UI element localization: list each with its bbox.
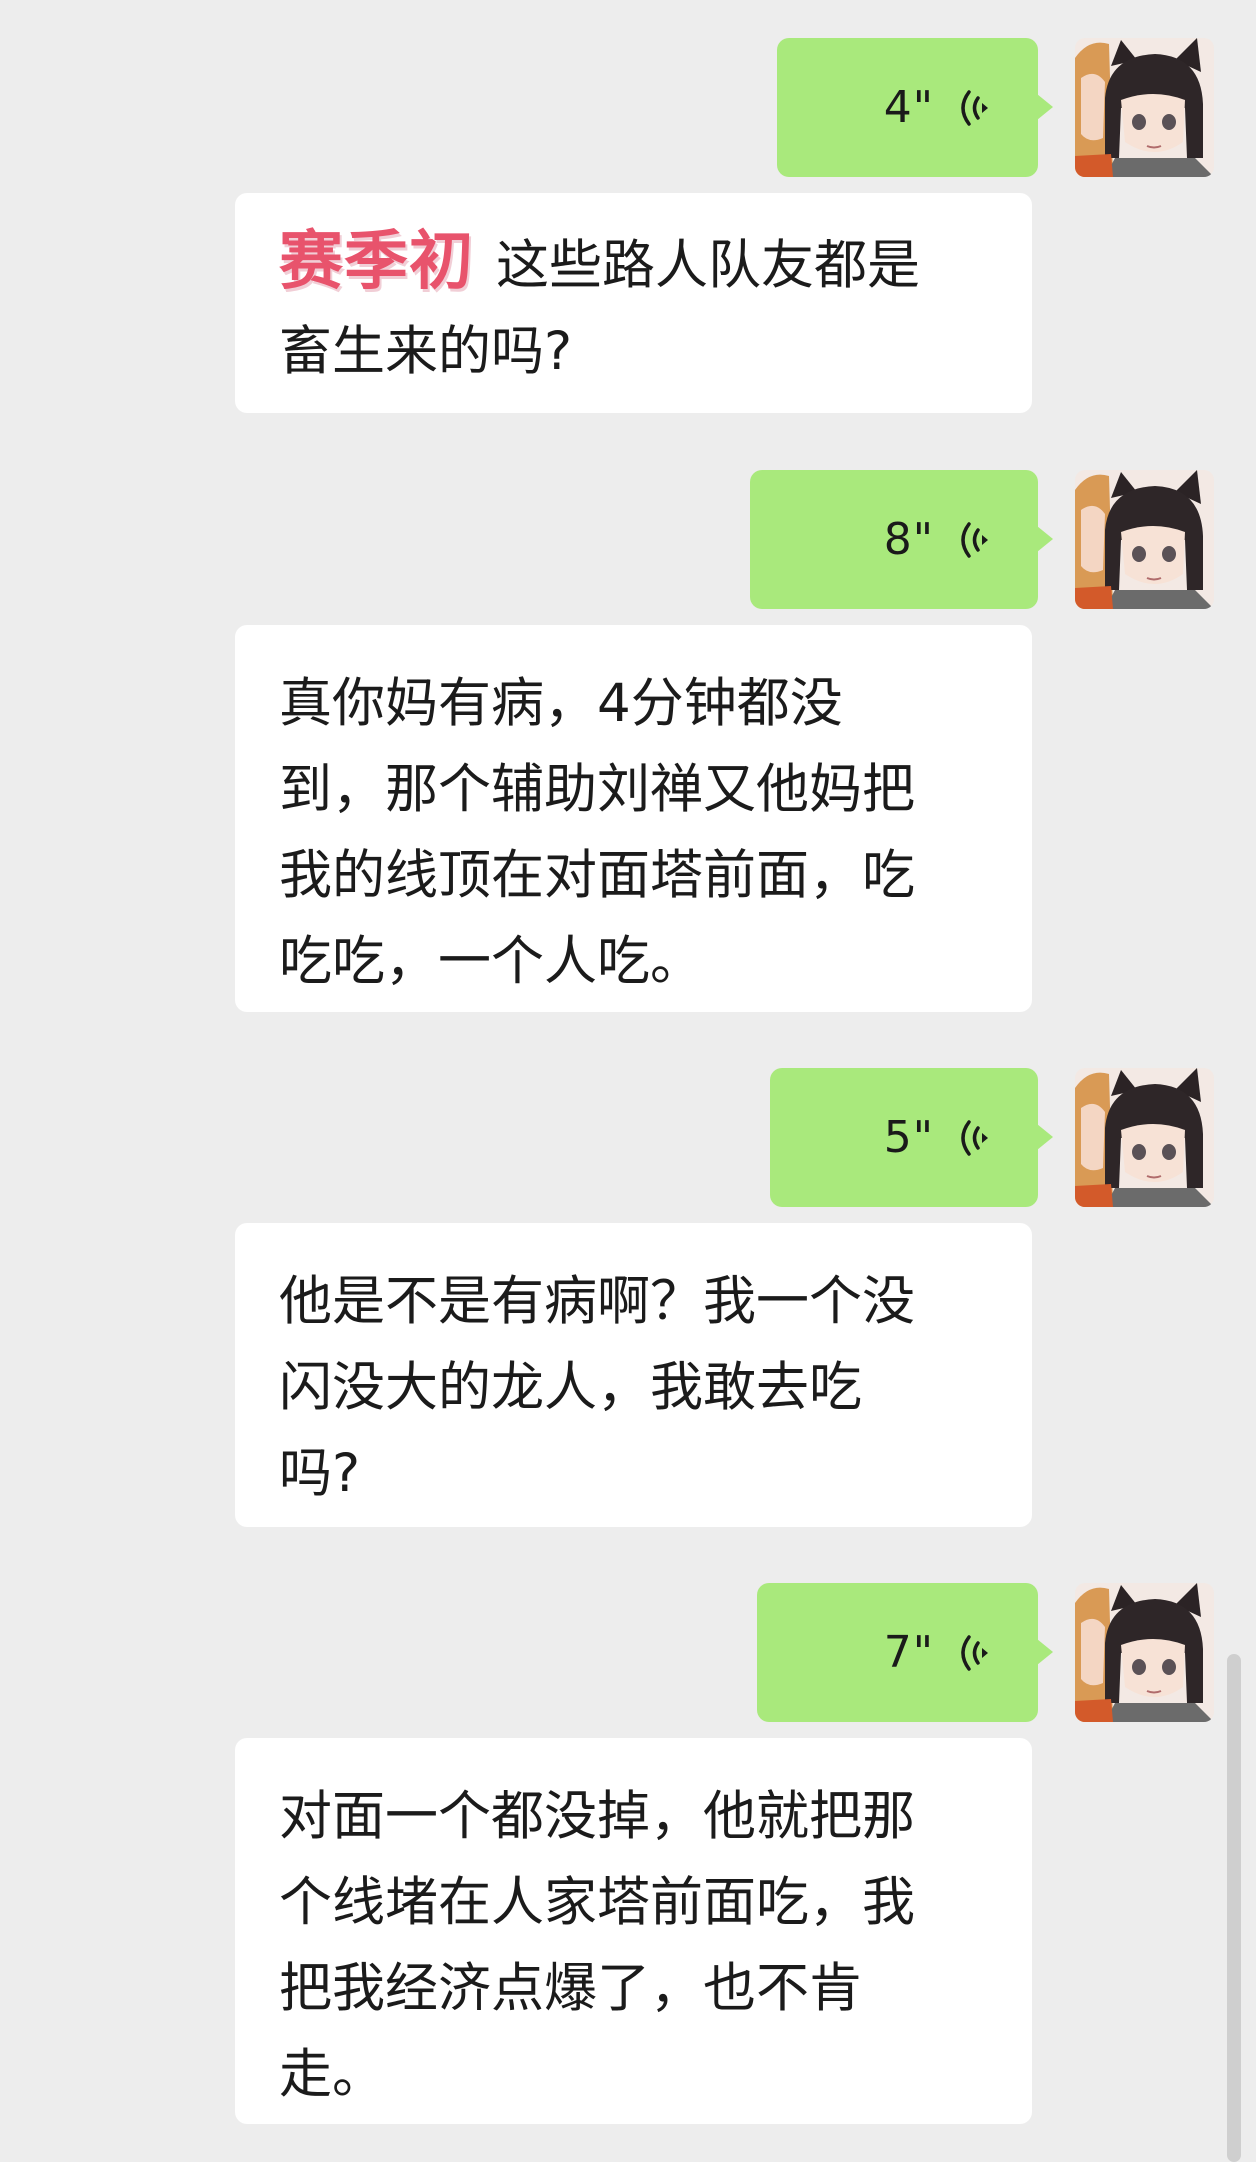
message-text: 真你妈有病，4分钟都没 到，那个辅助刘禅又他妈把 我的线顶在对面塔前面，吃 吃吃… <box>279 673 915 992</box>
chat-area[interactable]: 4" 赛季初 这些路人队友都是 畜生来的吗? 8" 真你妈有病，4分钟都没 到，… <box>0 0 1256 2162</box>
avatar-image <box>1075 1068 1214 1207</box>
avatar-image <box>1075 38 1214 177</box>
watermark-label: 赛季初 <box>279 225 474 299</box>
voice-duration: 5" <box>883 1112 934 1163</box>
voice-message[interactable]: 8" <box>750 470 1053 609</box>
voice-message[interactable]: 7" <box>757 1583 1053 1722</box>
avatar[interactable] <box>1075 1583 1214 1722</box>
incoming-text-message[interactable]: 赛季初 这些路人队友都是 畜生来的吗? <box>235 193 1032 413</box>
voice-wave-icon <box>961 521 988 558</box>
avatar-image <box>1075 1583 1214 1722</box>
voice-message[interactable]: 5" <box>770 1068 1053 1207</box>
voice-duration: 4" <box>883 82 934 133</box>
voice-wave-icon <box>961 1634 988 1671</box>
incoming-text-message[interactable]: 真你妈有病，4分钟都没 到，那个辅助刘禅又他妈把 我的线顶在对面塔前面，吃 吃吃… <box>235 625 1032 1012</box>
voice-wave-icon <box>961 1119 988 1156</box>
voice-duration: 7" <box>883 1627 934 1678</box>
avatar[interactable] <box>1075 470 1214 609</box>
avatar[interactable] <box>1075 1068 1214 1207</box>
voice-message[interactable]: 4" <box>777 38 1053 177</box>
message-text: 他是不是有病啊？我一个没 闪没大的龙人，我敢去吃 吗? <box>279 1271 915 1504</box>
avatar[interactable] <box>1075 38 1214 177</box>
incoming-text-message[interactable]: 他是不是有病啊？我一个没 闪没大的龙人，我敢去吃 吗? <box>235 1223 1032 1527</box>
voice-wave-icon <box>961 89 988 126</box>
incoming-text-message[interactable]: 对面一个都没掉，他就把那 个线堵在人家塔前面吃，我 把我经济点爆了，也不肯 走。 <box>235 1738 1032 2124</box>
voice-duration: 8" <box>883 514 934 565</box>
scrollbar[interactable] <box>1227 1654 1241 2162</box>
message-text: 对面一个都没掉，他就把那 个线堵在人家塔前面吃，我 把我经济点爆了，也不肯 走。 <box>279 1786 915 2105</box>
avatar-image <box>1075 470 1214 609</box>
